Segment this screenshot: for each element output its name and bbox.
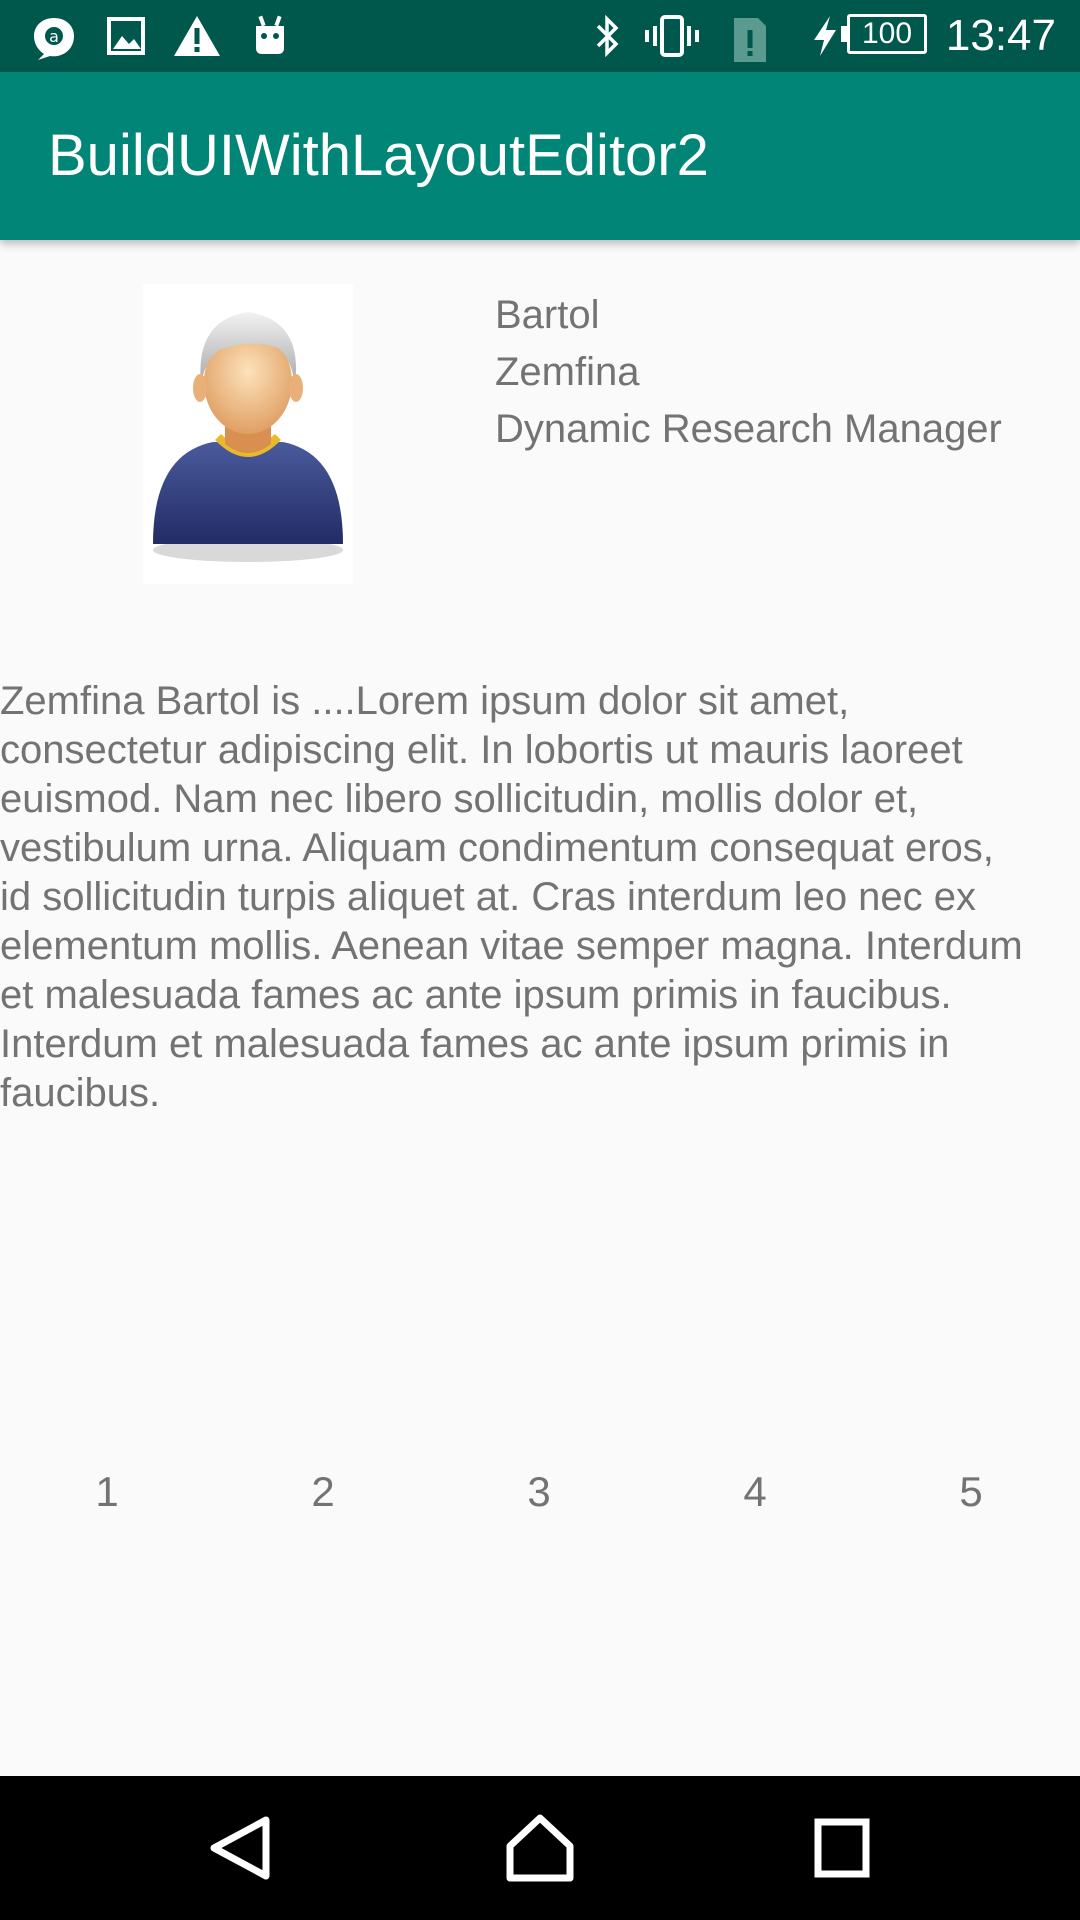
svg-text:a: a bbox=[49, 27, 59, 46]
app-bar: BuildUIWithLayoutEditor2 bbox=[0, 72, 1080, 240]
person-avatar-icon bbox=[153, 312, 343, 562]
last-name: Bartol bbox=[495, 293, 600, 337]
navigation-bar bbox=[0, 1776, 1080, 1920]
battery-level: 100 bbox=[841, 14, 927, 54]
status-clock: 13:47 bbox=[945, 11, 1056, 60]
profile-info: Bartol Zemfina Dynamic Research Manager bbox=[495, 287, 1002, 458]
bio-text: Zemfina Bartol is ....Lorem ipsum dolor … bbox=[0, 679, 1023, 1115]
copilot-icon: a bbox=[28, 14, 80, 62]
profile-avatar bbox=[143, 284, 353, 584]
first-name: Zemfina bbox=[495, 350, 640, 394]
image-icon bbox=[106, 14, 146, 58]
number-row: 1 2 3 4 5 bbox=[0, 1462, 1080, 1522]
number-4: 4 bbox=[743, 1468, 767, 1515]
android-icon bbox=[250, 14, 290, 58]
status-bar: a 100 13:47 bbox=[0, 0, 1080, 72]
charging-icon bbox=[810, 14, 840, 58]
number-5: 5 bbox=[959, 1468, 983, 1515]
back-icon[interactable] bbox=[200, 1812, 280, 1884]
number-3: 3 bbox=[527, 1468, 551, 1515]
recents-icon[interactable] bbox=[802, 1812, 882, 1884]
bluetooth-icon bbox=[590, 14, 626, 58]
sim-alert-icon bbox=[730, 14, 770, 64]
vibrate-icon bbox=[644, 14, 700, 58]
warning-icon bbox=[172, 14, 222, 58]
number-2: 2 bbox=[311, 1468, 335, 1515]
app-title: BuildUIWithLayoutEditor2 bbox=[48, 123, 709, 188]
number-1: 1 bbox=[95, 1468, 119, 1515]
home-icon[interactable] bbox=[500, 1812, 580, 1884]
job-title: Dynamic Research Manager bbox=[495, 407, 1002, 451]
